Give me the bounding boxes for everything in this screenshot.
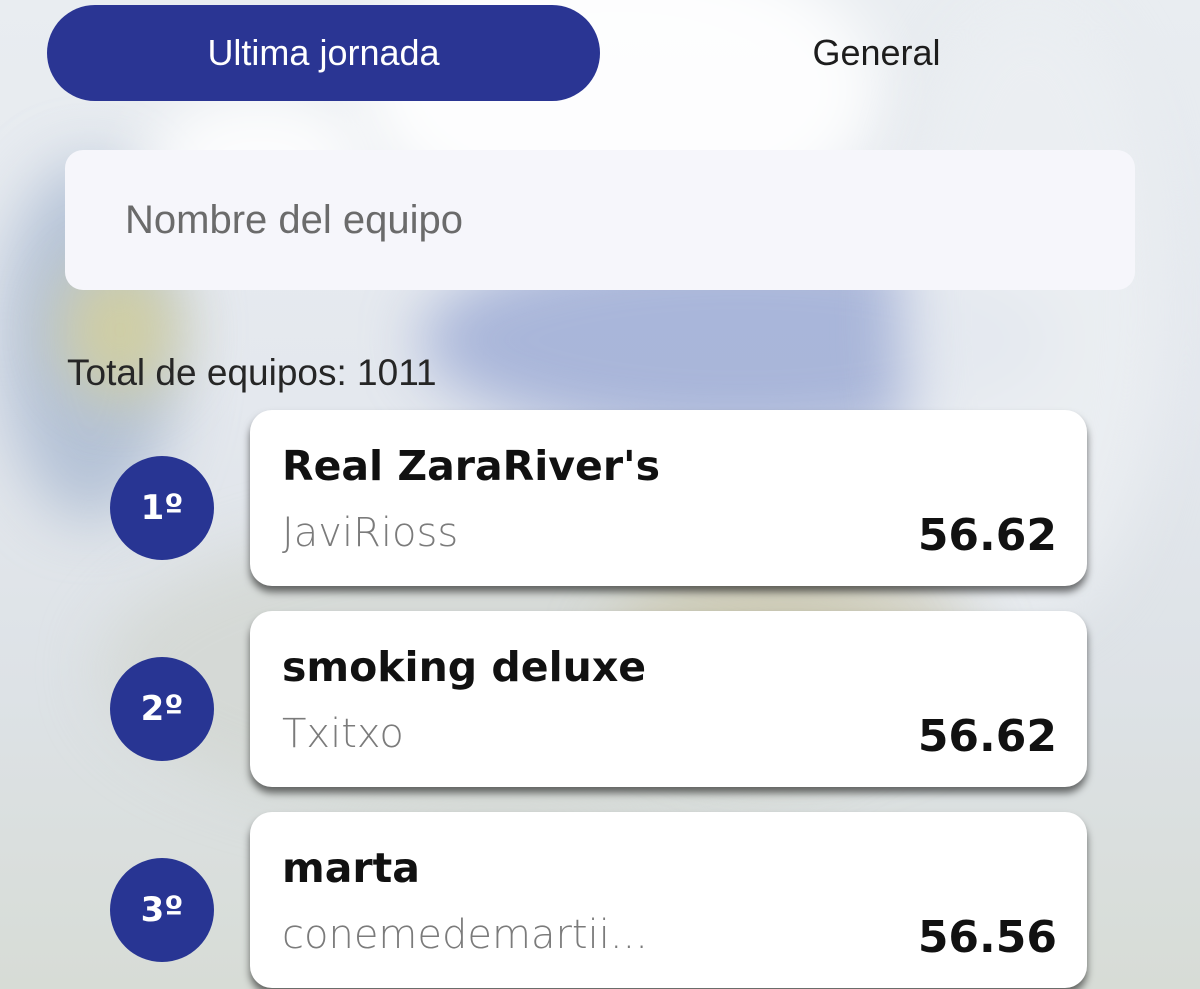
- team-card[interactable]: Real ZaraRiver's JaviRioss 56.62: [250, 410, 1087, 586]
- rank-badge: 1º: [110, 456, 214, 560]
- team-points: 56.62: [917, 711, 1057, 762]
- team-card[interactable]: smoking deluxe Txitxo 56.62: [250, 611, 1087, 787]
- tab-ultima-jornada[interactable]: Ultima jornada: [47, 5, 600, 101]
- manager-name: JaviRioss: [282, 510, 459, 556]
- team-name: Real ZaraRiver's: [282, 442, 660, 490]
- team-name-search-input[interactable]: [125, 197, 1135, 243]
- rank-badge: 3º: [110, 858, 214, 962]
- manager-name: conemedemartii...: [282, 912, 648, 958]
- tab-bar: Ultima jornada General: [47, 5, 1153, 101]
- team-name: smoking deluxe: [282, 643, 647, 691]
- ranking-row: 2º smoking deluxe Txitxo 56.62: [0, 611, 1200, 787]
- team-name: marta: [282, 844, 420, 892]
- total-teams-count: Total de equipos: 1011: [67, 352, 437, 393]
- ranking-row: 3º marta conemedemartii... 56.56: [0, 812, 1200, 988]
- team-card[interactable]: marta conemedemartii... 56.56: [250, 812, 1087, 988]
- team-search-box: [65, 150, 1135, 290]
- rank-badge: 2º: [110, 657, 214, 761]
- team-points: 56.56: [917, 912, 1057, 963]
- team-points: 56.62: [917, 510, 1057, 561]
- tab-general[interactable]: General: [600, 5, 1153, 101]
- ranking-row: 1º Real ZaraRiver's JaviRioss 56.62: [0, 410, 1200, 586]
- manager-name: Txitxo: [282, 711, 404, 757]
